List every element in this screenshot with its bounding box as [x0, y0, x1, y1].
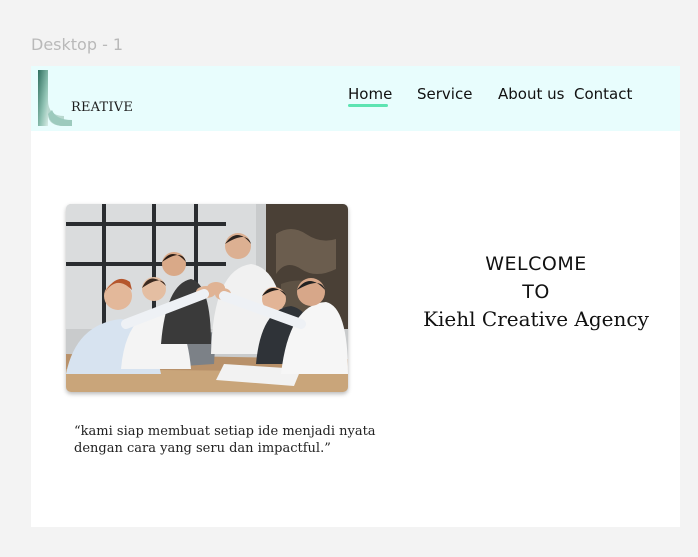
nav-service[interactable]: Service	[417, 85, 472, 103]
welcome-heading: WELCOME TO	[411, 250, 661, 306]
welcome-line-2: TO	[522, 281, 550, 303]
nav-home[interactable]: Home	[348, 85, 392, 103]
nav-contact[interactable]: Contact	[574, 85, 632, 103]
hero-photo	[66, 204, 348, 392]
logo-wordmark: REATIVE	[71, 100, 134, 115]
navbar: REATIVE Home Service About us Contact	[31, 66, 680, 131]
agency-name: Kiehl Creative Agency	[423, 307, 649, 331]
welcome-line-1: WELCOME	[485, 253, 587, 275]
frame-label: Desktop - 1	[31, 35, 124, 54]
nav-active-indicator	[348, 104, 388, 107]
nav-about-us[interactable]: About us	[498, 85, 564, 103]
hero-quote: “kami siap membuat setiap ide menjadi ny…	[74, 424, 376, 456]
logo[interactable]: REATIVE	[38, 70, 138, 128]
desktop-frame: REATIVE Home Service About us Contact “k…	[31, 66, 680, 527]
logo-k-icon	[38, 70, 72, 126]
